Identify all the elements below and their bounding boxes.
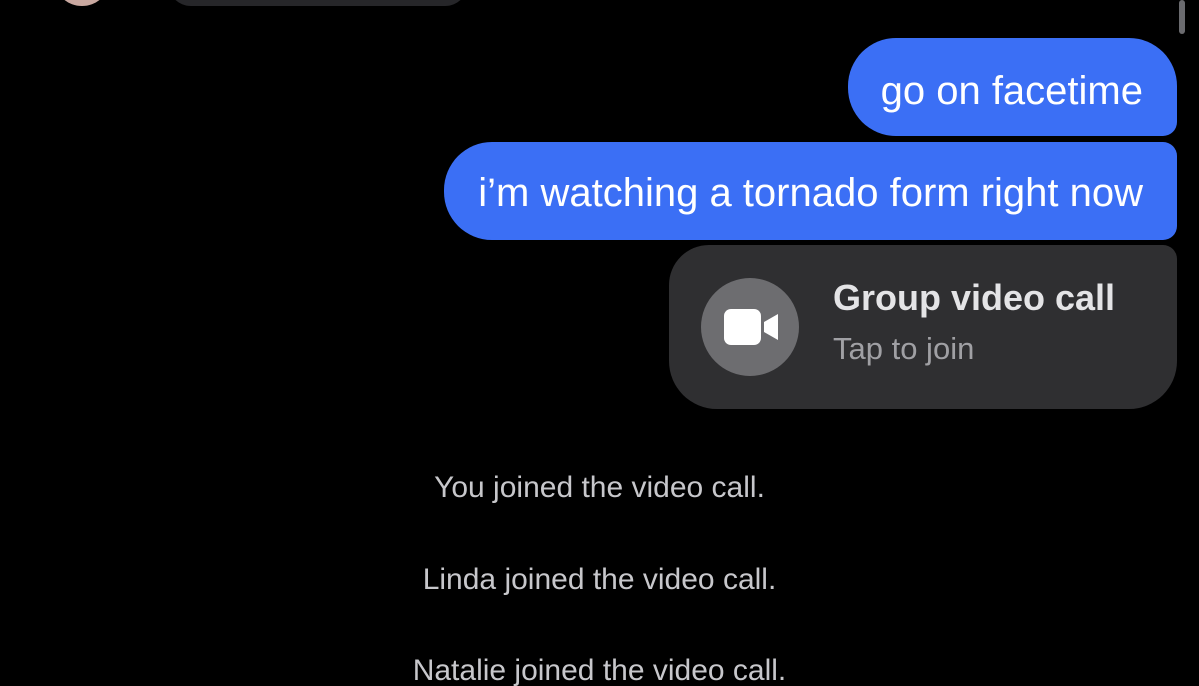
system-event: You joined the video call. (434, 471, 765, 504)
outgoing-message[interactable]: go on facetime (847, 38, 1177, 136)
message-text: go on facetime (880, 69, 1143, 113)
call-subtitle: Tap to join (833, 331, 975, 366)
outgoing-message[interactable]: i’m watching a tornado form right now (444, 142, 1177, 240)
message-text: i’m watching a tornado form right now (478, 171, 1143, 215)
chat-screen: go on facetime i’m watching a tornado fo… (0, 0, 1199, 686)
previous-message-bubble[interactable] (168, 0, 468, 6)
video-camera-icon (724, 309, 778, 345)
scrollbar[interactable] (1179, 0, 1185, 34)
group-video-call-card[interactable]: Group video call Tap to join (669, 245, 1177, 409)
avatar[interactable] (56, 0, 108, 6)
system-event: Natalie joined the video call. (412, 654, 787, 686)
call-icon-badge (701, 278, 799, 376)
system-event: Linda joined the video call. (422, 563, 777, 596)
call-title: Group video call (833, 277, 1116, 318)
